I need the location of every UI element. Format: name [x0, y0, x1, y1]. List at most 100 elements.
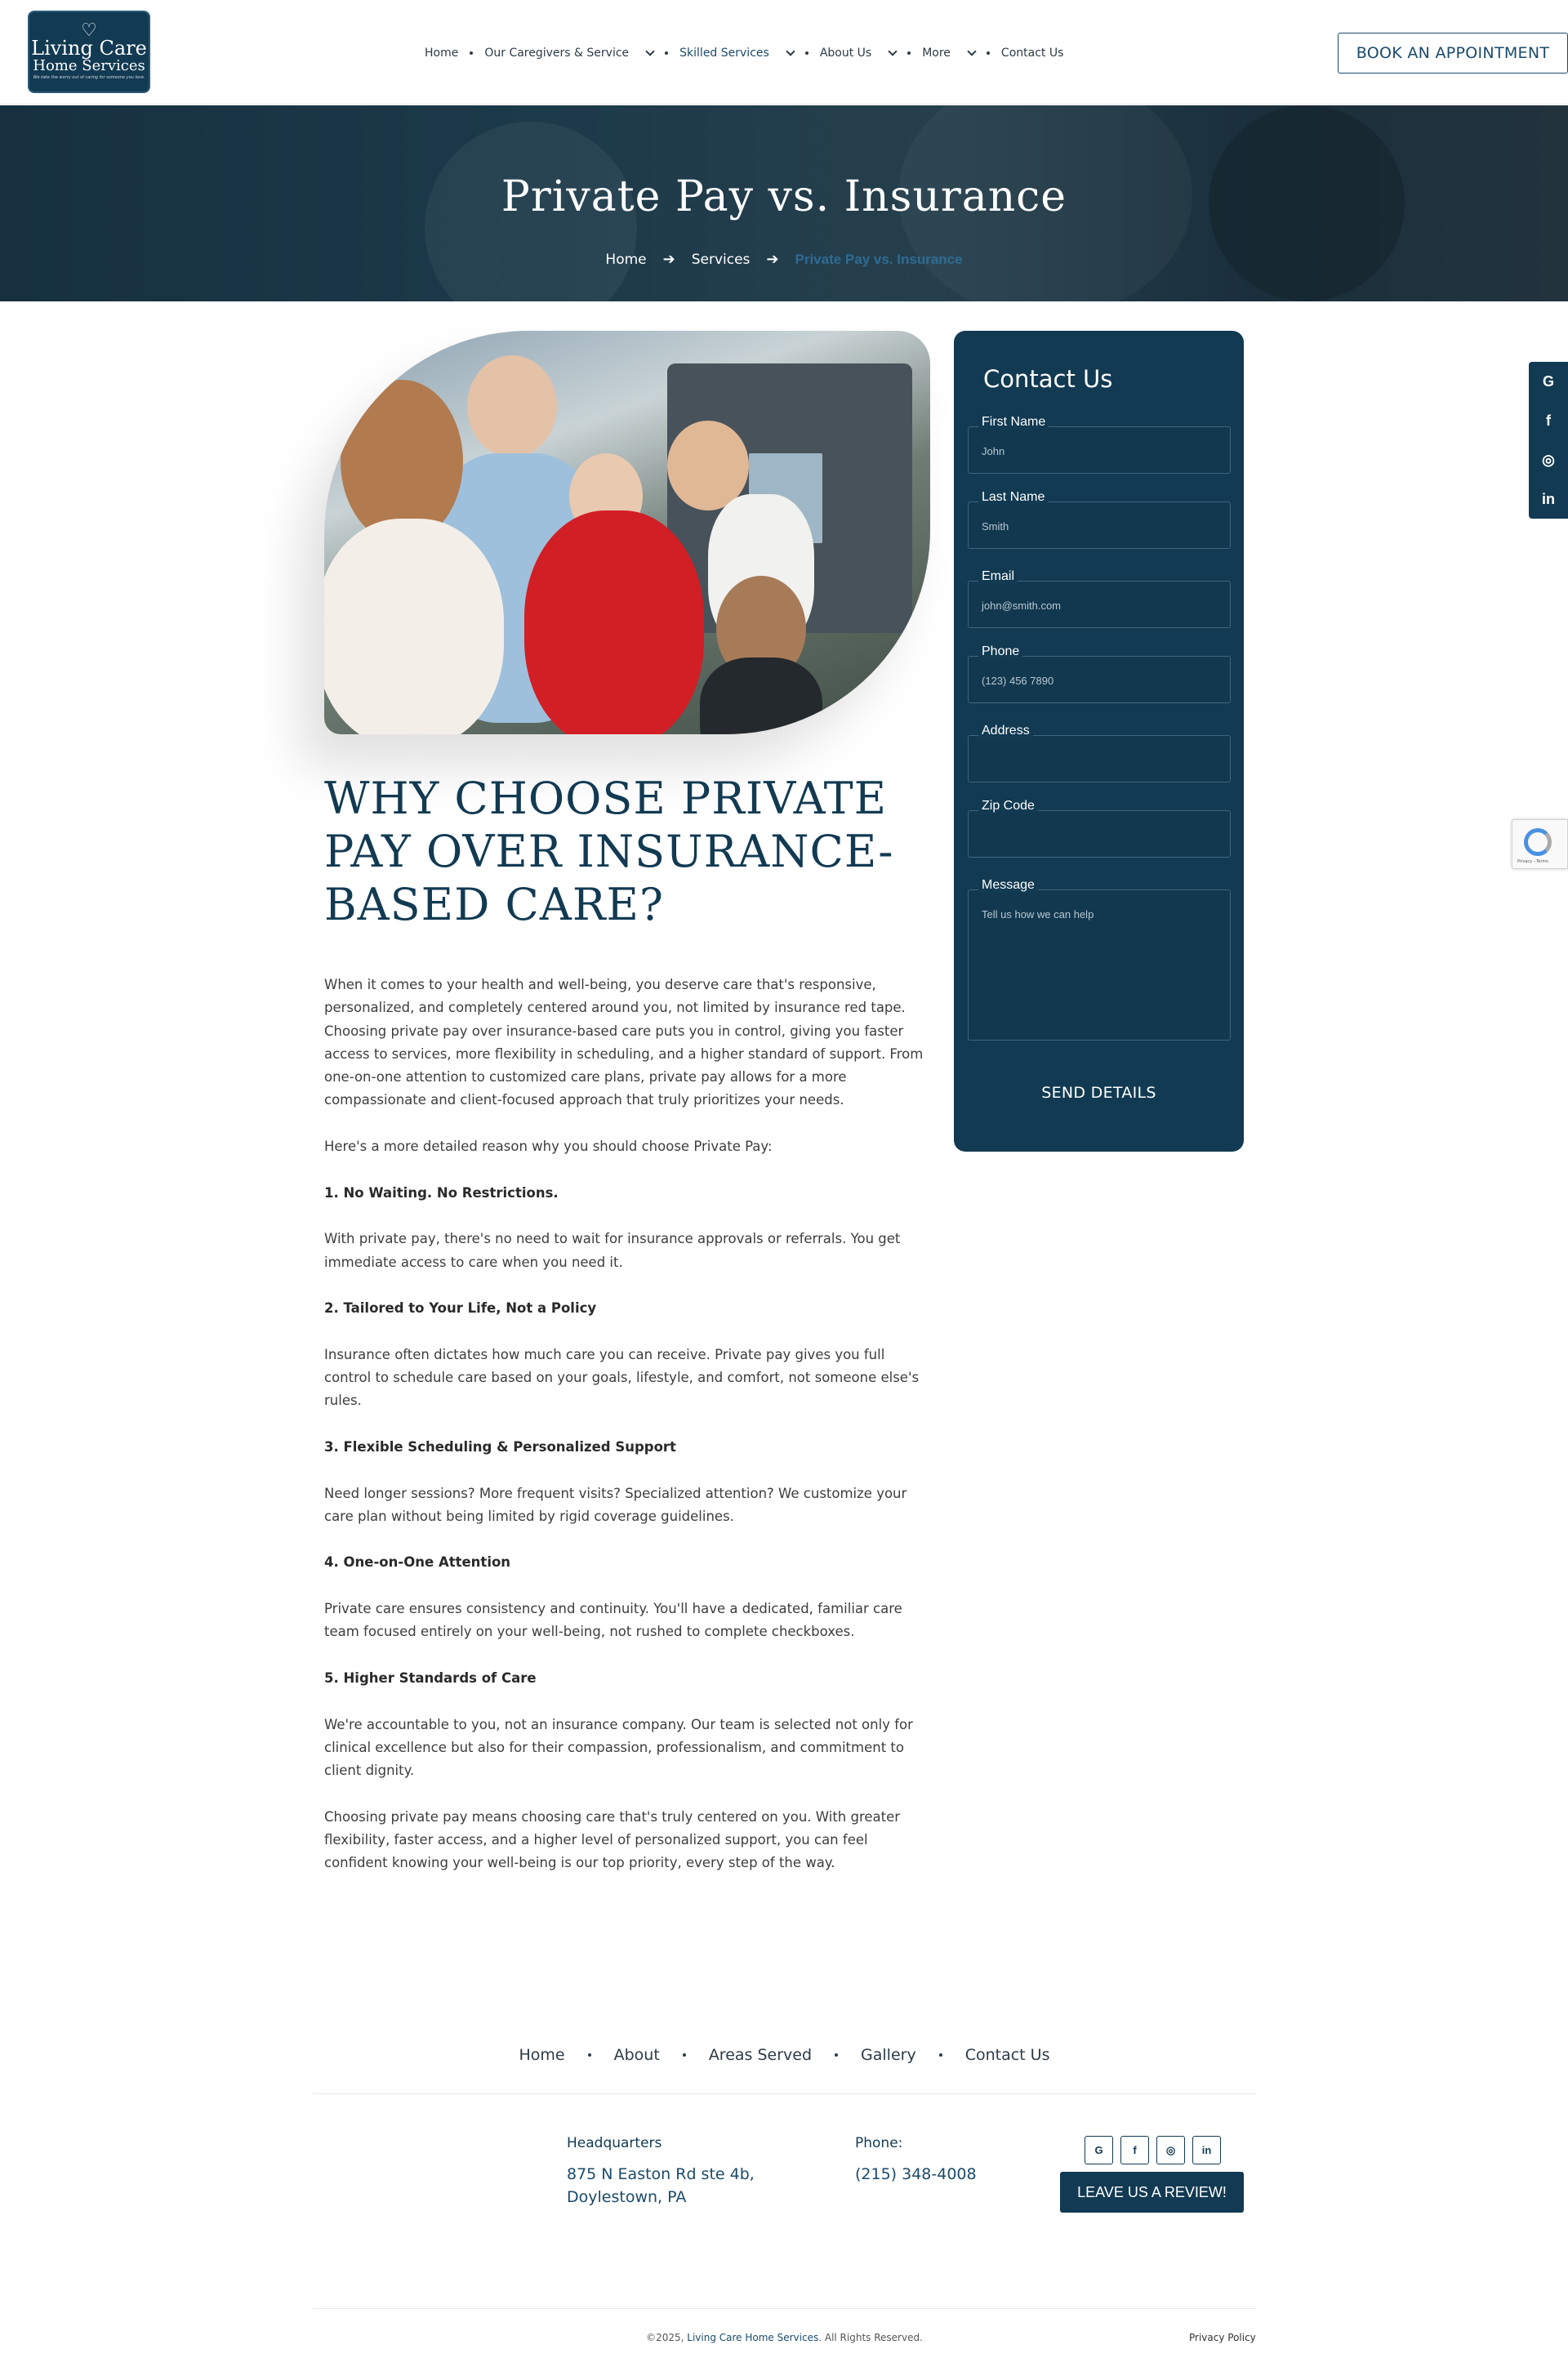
- google-icon[interactable]: G: [1529, 362, 1568, 401]
- field-label: Last Name: [978, 490, 1049, 505]
- facebook-icon[interactable]: f: [1529, 401, 1568, 440]
- nav-item-skilled-services[interactable]: Skilled Services: [679, 47, 795, 60]
- chevron-down-icon[interactable]: [888, 47, 898, 56]
- chevron-down-icon[interactable]: [967, 47, 977, 56]
- contact-form: Contact Us First Name John Last Name Smi…: [954, 331, 1244, 1152]
- footer-divider: [313, 2093, 1256, 2094]
- main-nav: Home Our Caregivers & Service Skilled Se…: [425, 42, 1063, 64]
- recaptcha-text[interactable]: Privacy - Terms: [1517, 859, 1548, 864]
- nav-label: Our Caregivers & Service: [484, 47, 630, 60]
- chevron-down-icon[interactable]: [786, 47, 795, 56]
- nav-separator: [804, 51, 808, 55]
- facebook-icon[interactable]: f: [1120, 2136, 1149, 2164]
- nav-label: Skilled Services: [679, 47, 769, 60]
- message-field[interactable]: Message Tell us how we can help: [968, 878, 1231, 1041]
- footer-divider: [313, 2308, 1256, 2309]
- instagram-icon[interactable]: ◎: [1529, 440, 1568, 479]
- book-appointment-button[interactable]: BOOK AN APPOINTMENT: [1338, 33, 1568, 74]
- hero-banner: Private Pay vs. Insurance Home ➔ Service…: [0, 105, 1568, 301]
- article-lead: Here's a more detailed reason why you sh…: [324, 1139, 773, 1155]
- footer-link-contact[interactable]: Contact Us: [965, 2046, 1050, 2064]
- point-title: 2. Tailored to Your Life, Not a Policy: [324, 1300, 597, 1317]
- nav-label: Contact Us: [1000, 47, 1064, 60]
- footer-link-about[interactable]: About: [614, 2046, 660, 2064]
- email-field[interactable]: Email john@smith.com: [968, 569, 1231, 628]
- article-header: WHY CHOOSE PRIVATE PAY OVER INSURANCE-BA…: [324, 772, 930, 931]
- nav-item-caregivers[interactable]: Our Caregivers & Service: [484, 47, 655, 60]
- recaptcha-badge[interactable]: Privacy - Terms: [1512, 819, 1568, 869]
- phone-title: Phone:: [855, 2135, 903, 2151]
- footer-link-areas-served[interactable]: Areas Served: [709, 2046, 812, 2064]
- point-text: Need longer sessions? More frequent visi…: [324, 1485, 907, 1524]
- breadcrumb-current: Private Pay vs. Insurance: [795, 251, 963, 267]
- linkedin-icon[interactable]: in: [1192, 2136, 1221, 2164]
- field-label: Email: [978, 569, 1018, 584]
- linkedin-icon[interactable]: in: [1529, 479, 1568, 519]
- nav-separator: [470, 51, 474, 55]
- photo-white-top: [324, 519, 504, 734]
- google-icon[interactable]: G: [1085, 2136, 1113, 2164]
- field-label: Message: [978, 878, 1038, 893]
- phone-field[interactable]: Phone (123) 456 7890: [968, 644, 1231, 703]
- article-closing: Choosing private pay means choosing care…: [324, 1808, 901, 1871]
- recaptcha-icon: [1524, 828, 1552, 856]
- field-placeholder: John: [982, 445, 1005, 457]
- first-name-field[interactable]: First Name John: [968, 415, 1231, 474]
- point-text: With private pay, there's no need to wai…: [324, 1231, 901, 1270]
- logo-line2: Home Services: [33, 57, 145, 74]
- nav-separator: [907, 51, 911, 55]
- nav-label: Home: [425, 47, 459, 60]
- site-header: ♡ Living Care Home Services We take the …: [0, 0, 1568, 105]
- nav-separator: [587, 2053, 591, 2057]
- nav-separator: [938, 2053, 942, 2057]
- nav-label: About Us: [819, 47, 872, 60]
- instagram-icon[interactable]: ◎: [1156, 2136, 1185, 2164]
- article-intro: When it comes to your health and well-be…: [324, 977, 924, 1108]
- nav-item-more[interactable]: More: [922, 47, 977, 60]
- footer-nav: Home About Areas Served Gallery Contact …: [313, 2046, 1256, 2064]
- site-logo[interactable]: ♡ Living Care Home Services We take the …: [28, 11, 150, 93]
- point-title: 3. Flexible Scheduling & Personalized Su…: [324, 1438, 676, 1455]
- article-body: When it comes to your health and well-be…: [324, 974, 930, 1898]
- nav-separator: [665, 51, 669, 55]
- nav-item-about[interactable]: About Us: [819, 47, 898, 60]
- privacy-policy-link[interactable]: Privacy Policy: [1189, 2332, 1256, 2343]
- nav-item-contact[interactable]: Contact Us: [1001, 47, 1063, 60]
- address-field[interactable]: Address: [968, 724, 1231, 782]
- copyright: ©2025, Living Care Home Services. All Ri…: [313, 2332, 1256, 2343]
- logo-line1: Living Care: [31, 37, 147, 60]
- arrow-right-icon: ➔: [662, 251, 675, 268]
- page-title: Private Pay vs. Insurance: [501, 172, 1067, 221]
- footer-link-home[interactable]: Home: [519, 2046, 565, 2064]
- field-label: Phone: [978, 644, 1023, 659]
- nav-separator: [835, 2053, 839, 2057]
- breadcrumb-services[interactable]: Services: [692, 252, 751, 268]
- headquarters-address[interactable]: 875 N Easton Rd ste 4b, Doylestown, PA: [567, 2163, 755, 2209]
- copyright-brand-link[interactable]: Living Care Home Services: [687, 2332, 818, 2343]
- field-label: Zip Code: [978, 799, 1038, 814]
- point-title: 4. One-on-One Attention: [324, 1554, 511, 1571]
- point-title: 1. No Waiting. No Restrictions.: [324, 1184, 559, 1201]
- footer-social-icons: G f ◎ in: [1085, 2136, 1221, 2164]
- chevron-down-icon[interactable]: [645, 47, 655, 56]
- field-label: Address: [978, 724, 1033, 738]
- zip-code-field[interactable]: Zip Code: [968, 799, 1231, 858]
- phone-number[interactable]: (215) 348-4008: [855, 2163, 977, 2186]
- field-placeholder: john@smith.com: [982, 600, 1062, 612]
- nav-label: More: [922, 47, 951, 60]
- logo-tagline: We take the worry out of caring for some…: [33, 75, 145, 80]
- field-placeholder: Smith: [982, 520, 1009, 533]
- copyright-suffix: . All Rights Reserved.: [818, 2332, 923, 2343]
- leave-review-button[interactable]: LEAVE US A REVIEW!: [1060, 2172, 1244, 2213]
- breadcrumb-home[interactable]: Home: [605, 252, 646, 268]
- point-text: Private care ensures consistency and con…: [324, 1601, 902, 1640]
- arrow-right-icon: ➔: [766, 251, 779, 268]
- footer-link-gallery[interactable]: Gallery: [861, 2046, 916, 2064]
- send-details-button[interactable]: SEND DETAILS: [954, 1084, 1244, 1102]
- copyright-prefix: ©2025,: [646, 2332, 688, 2343]
- address-line1: 875 N Easton Rd ste 4b,: [567, 2165, 755, 2183]
- photo-face: [467, 355, 557, 457]
- nav-item-home[interactable]: Home: [425, 47, 458, 60]
- last-name-field[interactable]: Last Name Smith: [968, 490, 1231, 549]
- point-text: Insurance often dictates how much care y…: [324, 1346, 920, 1409]
